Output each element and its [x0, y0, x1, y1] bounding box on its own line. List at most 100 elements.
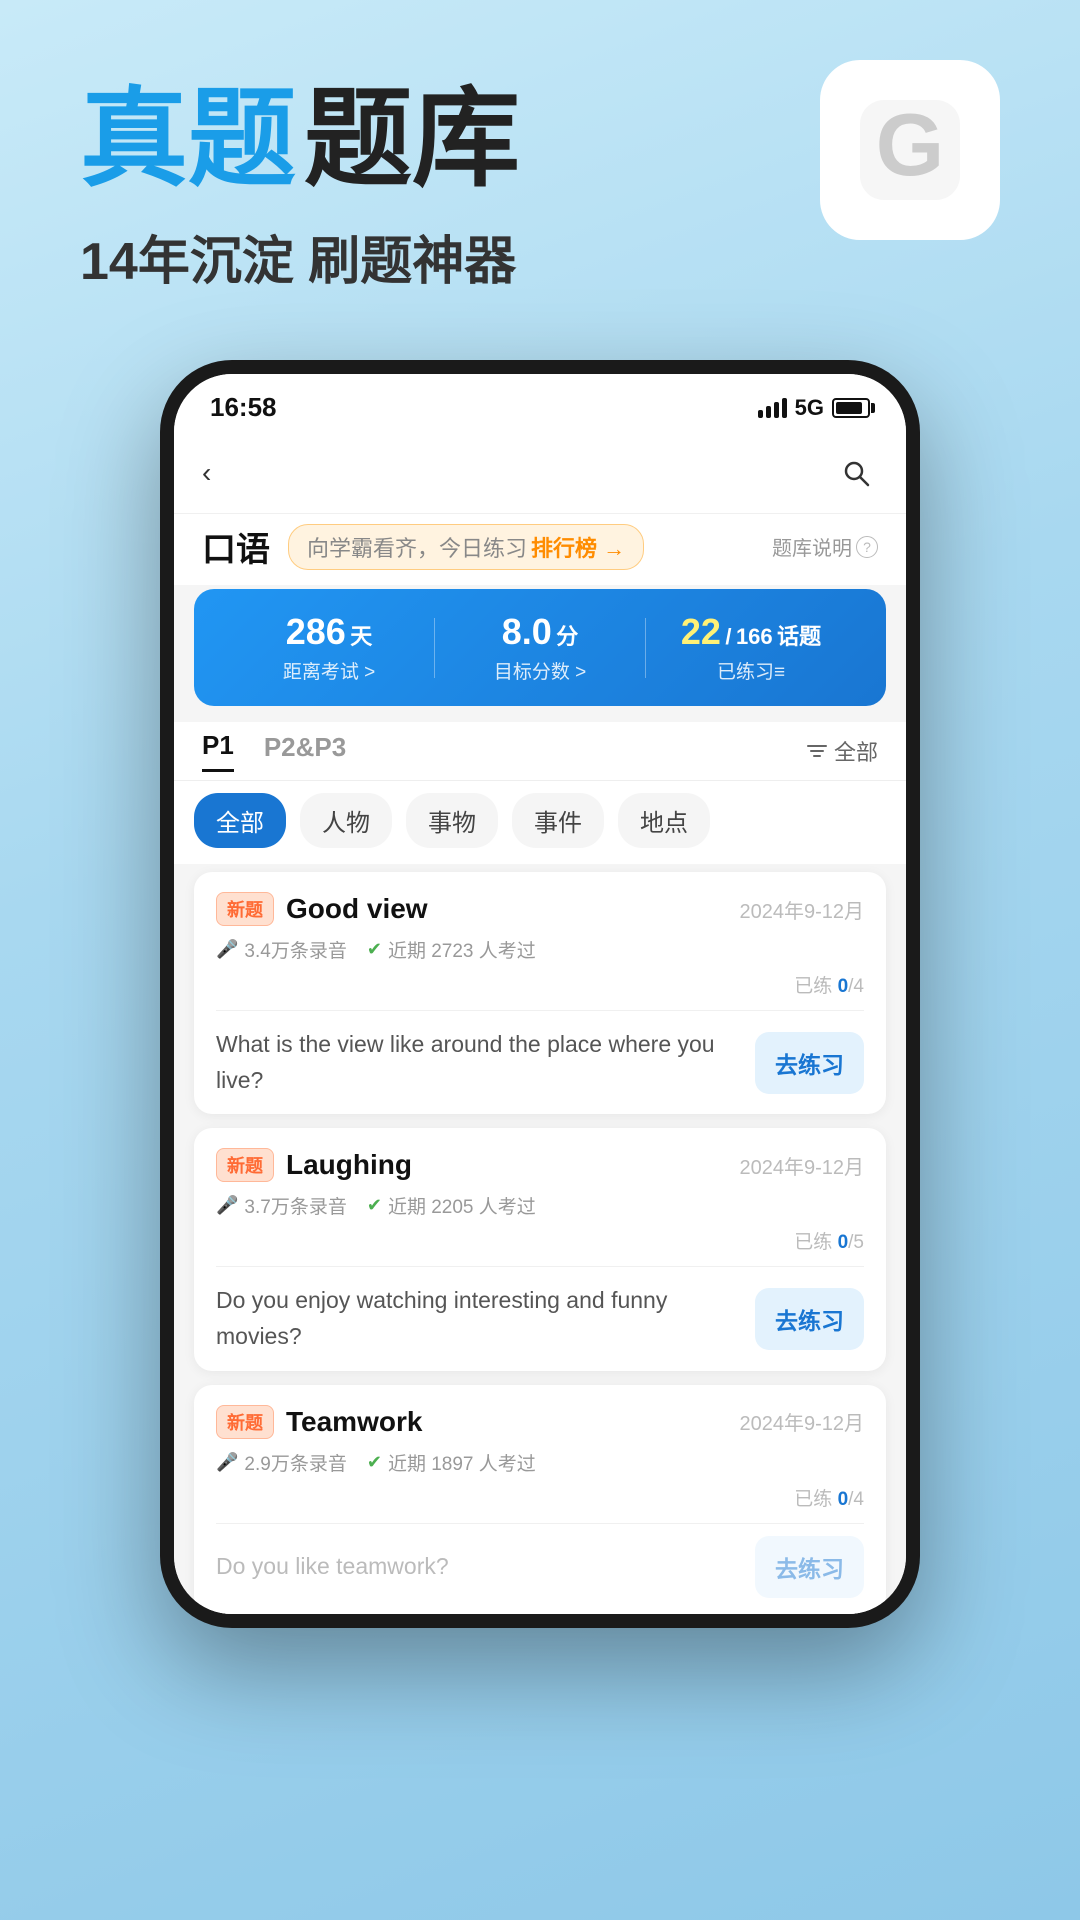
- recent-text-3: 近期 1897 人考过: [388, 1449, 536, 1476]
- mic-icon-1: 🎤: [216, 939, 238, 960]
- stat-score-number: 8.0: [502, 611, 552, 652]
- ranking-badge[interactable]: 向学霸看齐，今日练习 排行榜 →: [288, 524, 644, 570]
- tab-p1[interactable]: P1: [202, 730, 234, 772]
- card-left-3: 新题 Teamwork: [216, 1405, 422, 1439]
- new-badge-1: 新题: [216, 892, 274, 926]
- tab-filter[interactable]: 全部: [806, 735, 878, 767]
- signal-bars-icon: [758, 398, 787, 418]
- cat-all[interactable]: 全部: [194, 793, 286, 848]
- practice-button-3[interactable]: 去练习: [755, 1536, 864, 1598]
- meta-recordings-3: 🎤 2.9万条录音: [216, 1449, 347, 1476]
- recent-text-1: 近期 2723 人考过: [388, 936, 536, 963]
- card-top-2: 新题 Laughing 2024年9-12月: [216, 1148, 864, 1182]
- main-title: 真题 题库: [80, 80, 1000, 199]
- card-title-3: Teamwork: [286, 1406, 422, 1438]
- header-area: 真题 题库 14年沉淀 刷题神器: [80, 80, 1000, 294]
- card-title-2: Laughing: [286, 1149, 412, 1181]
- card-question-area-3: Do you like teamwork? 去练习: [216, 1523, 864, 1598]
- phone-screen: 16:58 5G ‹: [174, 374, 906, 1614]
- stat-score[interactable]: 8.0 分 目标分数 >: [435, 611, 645, 684]
- meta-recent-3: ✔ 近期 1897 人考过: [367, 1449, 536, 1476]
- card-date-1: 2024年9-12月: [739, 895, 864, 924]
- phone-wrapper: 16:58 5G ‹: [160, 360, 920, 1628]
- mic-icon-3: 🎤: [216, 1452, 238, 1473]
- card-top-1: 新题 Good view 2024年9-12月: [216, 892, 864, 926]
- meta-recent-1: ✔ 近期 2723 人考过: [367, 936, 536, 963]
- category-row: 全部 人物 事物 事件 地点: [174, 781, 906, 864]
- page-header: 口语 向学霸看齐，今日练习 排行榜 → 题库说明 ?: [174, 514, 906, 585]
- meta-recordings-2: 🎤 3.7万条录音: [216, 1192, 347, 1219]
- help-icon: ?: [856, 536, 878, 558]
- network-label: 5G: [795, 395, 824, 421]
- ranking-link[interactable]: 排行榜 →: [531, 531, 625, 563]
- recordings-text-2: 3.7万条录音: [244, 1192, 346, 1219]
- stat-total-number: 166: [736, 624, 773, 649]
- cat-place[interactable]: 地点: [618, 793, 710, 848]
- practice-button-2[interactable]: 去练习: [755, 1288, 864, 1350]
- card-date-3: 2024年9-12月: [739, 1407, 864, 1436]
- card-question-text-1: What is the view like around the place w…: [216, 1027, 755, 1098]
- stat-days-label: 距离考试 >: [224, 657, 434, 684]
- question-card-1: 新题 Good view 2024年9-12月 🎤 3.4万条录音 ✔ 近期 2…: [194, 872, 886, 1114]
- page-left: 口语 向学霸看齐，今日练习 排行榜 →: [202, 522, 644, 571]
- card-date-2: 2024年9-12月: [739, 1151, 864, 1180]
- meta-recordings-1: 🎤 3.4万条录音: [216, 936, 347, 963]
- stat-topics[interactable]: 22 / 166 话题 已练习≡: [646, 611, 856, 684]
- card-progress-1: 已练 0/4: [216, 971, 864, 998]
- status-icons: 5G: [758, 395, 870, 421]
- stat-score-unit: 分: [556, 624, 578, 649]
- tab-row: P1 P2&P3 全部: [174, 722, 906, 781]
- card-meta-2: 🎤 3.7万条录音 ✔ 近期 2205 人考过: [216, 1192, 864, 1219]
- card-left-2: 新题 Laughing: [216, 1148, 412, 1182]
- new-badge-2: 新题: [216, 1148, 274, 1182]
- status-time: 16:58: [210, 392, 277, 423]
- stat-days-unit: 天: [350, 624, 372, 649]
- recent-text-2: 近期 2205 人考过: [388, 1192, 536, 1219]
- ranking-text: 向学霸看齐，今日练习: [307, 531, 527, 563]
- title-dark: 题库: [304, 80, 520, 199]
- card-left-1: 新题 Good view: [216, 892, 428, 926]
- card-question-text-3: Do you like teamwork?: [216, 1549, 739, 1585]
- card-meta-1: 🎤 3.4万条录音 ✔ 近期 2723 人考过: [216, 936, 864, 963]
- new-badge-3: 新题: [216, 1405, 274, 1439]
- help-label: 题库说明: [772, 532, 852, 561]
- card-progress-3: 已练 0/4: [216, 1484, 864, 1511]
- cat-thing[interactable]: 事物: [406, 793, 498, 848]
- cat-event[interactable]: 事件: [512, 793, 604, 848]
- check-icon-3: ✔: [367, 1452, 382, 1473]
- stat-days-number: 286: [286, 611, 346, 652]
- card-question-text-2: Do you enjoy watching interesting and fu…: [216, 1283, 755, 1354]
- meta-recent-2: ✔ 近期 2205 人考过: [367, 1192, 536, 1219]
- card-question-area-2: Do you enjoy watching interesting and fu…: [216, 1266, 864, 1370]
- filter-label: 全部: [834, 735, 878, 767]
- nav-bar: ‹: [174, 433, 906, 514]
- stat-score-label: 目标分数 >: [435, 657, 645, 684]
- question-card-3: 新题 Teamwork 2024年9-12月 🎤 2.9万条录音 ✔ 近期 18…: [194, 1385, 886, 1614]
- card-top-3: 新题 Teamwork 2024年9-12月: [216, 1405, 864, 1439]
- card-title-1: Good view: [286, 893, 428, 925]
- check-icon-2: ✔: [367, 1195, 382, 1216]
- stat-topics-label: 已练习≡: [646, 657, 856, 684]
- phone-frame: 16:58 5G ‹: [160, 360, 920, 1628]
- stat-topics-unit: 话题: [777, 624, 821, 649]
- scroll-content: 新题 Good view 2024年9-12月 🎤 3.4万条录音 ✔ 近期 2…: [174, 864, 906, 1614]
- stat-days[interactable]: 286 天 距离考试 >: [224, 611, 434, 684]
- back-button[interactable]: ‹: [202, 457, 211, 489]
- card-progress-2: 已练 0/5: [216, 1227, 864, 1254]
- practice-button-1[interactable]: 去练习: [755, 1032, 864, 1094]
- card-meta-3: 🎤 2.9万条录音 ✔ 近期 1897 人考过: [216, 1449, 864, 1476]
- stats-banner: 286 天 距离考试 > 8.0 分 目标分数 > 22: [194, 589, 886, 706]
- page-title: 口语: [202, 522, 270, 571]
- cat-person[interactable]: 人物: [300, 793, 392, 848]
- search-button[interactable]: [834, 451, 878, 495]
- tab-p2p3[interactable]: P2&P3: [264, 732, 346, 771]
- question-card-2: 新题 Laughing 2024年9-12月 🎤 3.7万条录音 ✔ 近期 22…: [194, 1128, 886, 1370]
- title-blue: 真题: [80, 80, 296, 199]
- stat-slash: /: [725, 624, 731, 649]
- check-icon-1: ✔: [367, 939, 382, 960]
- stat-practiced-number: 22: [681, 611, 721, 652]
- status-bar: 16:58 5G: [174, 374, 906, 433]
- battery-icon: [832, 398, 870, 418]
- help-button[interactable]: 题库说明 ?: [772, 532, 878, 561]
- recordings-text-1: 3.4万条录音: [244, 936, 346, 963]
